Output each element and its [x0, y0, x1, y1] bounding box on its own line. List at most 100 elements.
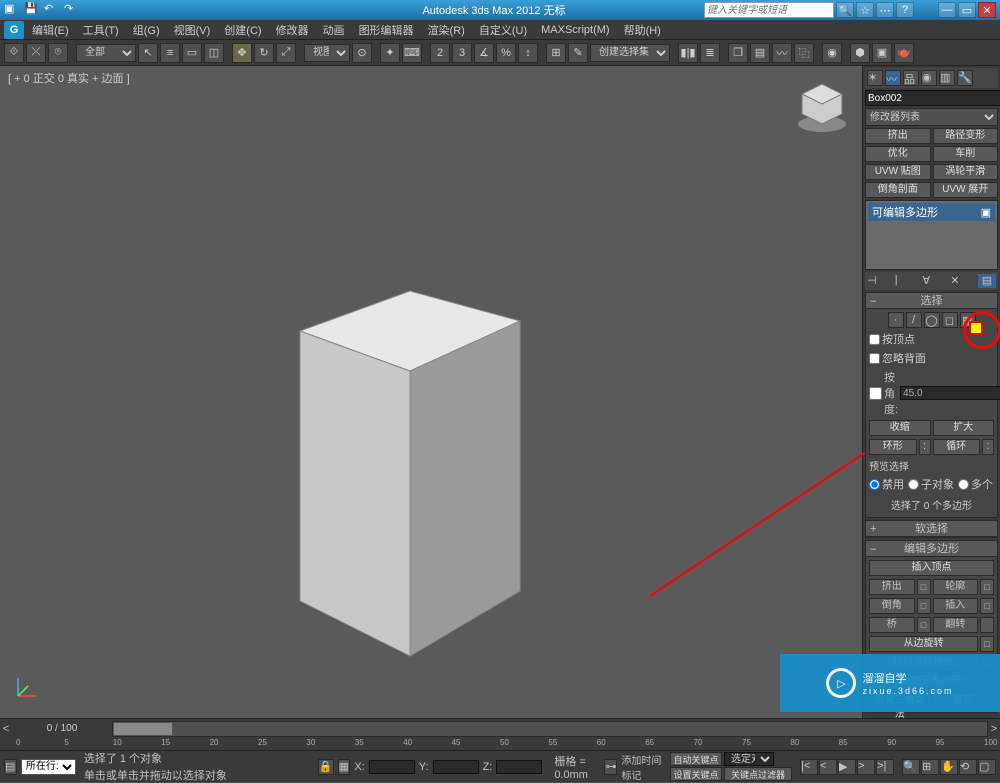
- flip-button[interactable]: 翻转: [933, 617, 979, 633]
- polygon-level-icon[interactable]: ◻: [942, 312, 958, 328]
- bridge-button[interactable]: 桥: [869, 617, 915, 633]
- outline-settings-icon[interactable]: □: [980, 579, 994, 595]
- key-filter-button[interactable]: 关键点过滤器: [724, 767, 792, 781]
- hierarchy-tab-icon[interactable]: 品: [903, 70, 919, 86]
- selection-filter-select[interactable]: 全部: [76, 44, 136, 62]
- bevel-button[interactable]: 倒角: [869, 598, 915, 614]
- named-selection-select[interactable]: 创建选择集: [590, 44, 670, 62]
- modify-tab-icon[interactable]: 〰: [885, 70, 901, 86]
- window-crossing-icon[interactable]: ◫: [204, 43, 224, 63]
- btn-path-deform[interactable]: 路径变形: [933, 128, 999, 144]
- bridge-settings-icon[interactable]: □: [917, 617, 931, 633]
- modifier-list-select[interactable]: 修改器列表: [865, 108, 998, 126]
- graphite-icon[interactable]: ▤: [750, 43, 770, 63]
- help-icon[interactable]: 🔍: [836, 2, 854, 18]
- menu-help[interactable]: 帮助(H): [618, 20, 667, 40]
- align-icon[interactable]: ≣: [700, 43, 720, 63]
- menu-animation[interactable]: 动画: [317, 20, 351, 40]
- minimize-button[interactable]: ―: [938, 2, 956, 18]
- menu-group[interactable]: 组(G): [127, 20, 166, 40]
- timeline-left-icon[interactable]: <: [0, 723, 12, 735]
- mirror-icon[interactable]: ▮|▮: [678, 43, 698, 63]
- comm-icon[interactable]: ☆: [856, 2, 874, 18]
- viewport-object-box[interactable]: [290, 261, 530, 661]
- btn-uvw-map[interactable]: UVW 贴图: [865, 164, 931, 180]
- by-vertex-checkbox[interactable]: [869, 334, 880, 345]
- inset-button[interactable]: 插入: [933, 598, 979, 614]
- unlink-icon[interactable]: ⤫: [26, 43, 46, 63]
- angle-spinner[interactable]: [900, 386, 1000, 400]
- rollout-title-edit-poly[interactable]: –编辑多边形: [866, 541, 997, 557]
- extrude-settings-icon[interactable]: □: [917, 579, 931, 595]
- set-key-button[interactable]: 设置关键点: [670, 767, 722, 781]
- viewcube-icon[interactable]: [792, 76, 852, 136]
- loop-button[interactable]: 循环: [933, 439, 981, 455]
- outline-button[interactable]: 轮廓: [933, 579, 979, 595]
- search-input[interactable]: [704, 2, 834, 18]
- menu-render[interactable]: 渲染(R): [422, 20, 471, 40]
- render-setup-icon[interactable]: ⬢: [850, 43, 870, 63]
- curve-editor-icon[interactable]: 〰: [772, 43, 792, 63]
- show-end-icon[interactable]: |: [895, 274, 909, 288]
- menu-create[interactable]: 创建(C): [218, 20, 267, 40]
- sel-lock-icon[interactable]: ⊞: [546, 43, 566, 63]
- border-level-icon[interactable]: ◯: [924, 312, 940, 328]
- timeline-right-icon[interactable]: >: [988, 723, 1000, 735]
- snap-2d-icon[interactable]: 2: [430, 43, 450, 63]
- select-icon[interactable]: ↖: [138, 43, 158, 63]
- stack-item-editable-poly[interactable]: 可编辑多边形▣: [868, 203, 995, 221]
- select-name-icon[interactable]: ≡: [160, 43, 180, 63]
- btn-optimize[interactable]: 优化: [865, 146, 931, 162]
- menu-edit[interactable]: 编辑(E): [26, 20, 75, 40]
- vertex-level-icon[interactable]: ·: [888, 312, 904, 328]
- menu-modifiers[interactable]: 修改器: [270, 20, 315, 40]
- redo-icon[interactable]: ↷: [64, 2, 80, 18]
- menu-customize[interactable]: 自定义(U): [473, 20, 533, 40]
- preview-multi-radio[interactable]: [958, 479, 969, 490]
- render-icon[interactable]: 🫖: [894, 43, 914, 63]
- product-logo-icon[interactable]: G: [4, 21, 24, 39]
- key-target-select[interactable]: 选定对象: [724, 752, 774, 766]
- rotate-icon[interactable]: ↻: [254, 43, 274, 63]
- modifier-stack[interactable]: 可编辑多边形▣: [865, 200, 998, 270]
- loop-spinner-icon[interactable]: :: [982, 439, 994, 455]
- make-unique-icon[interactable]: ∀: [923, 274, 937, 288]
- viewport[interactable]: [ + 0 正交 0 真实 + 边面 ]: [0, 66, 862, 718]
- snap-3d-icon[interactable]: 3: [452, 43, 472, 63]
- preview-subobj-radio[interactable]: [908, 479, 919, 490]
- time-ruler[interactable]: [112, 721, 988, 737]
- display-tab-icon[interactable]: ▥: [939, 70, 955, 86]
- manip-icon[interactable]: ✦: [380, 43, 400, 63]
- time-slider[interactable]: [113, 722, 173, 736]
- btn-unwrap-uvw[interactable]: UVW 展开: [933, 182, 999, 198]
- menu-view[interactable]: 视图(V): [168, 20, 217, 40]
- opt-icon[interactable]: ⋯: [876, 2, 894, 18]
- btn-bevel-profile[interactable]: 倒角剖面: [865, 182, 931, 198]
- motion-tab-icon[interactable]: ◉: [921, 70, 937, 86]
- angle-snap-icon[interactable]: ∡: [474, 43, 494, 63]
- ref-coord-select[interactable]: 视图: [304, 44, 350, 62]
- schematic-icon[interactable]: ⿻: [794, 43, 814, 63]
- edge-level-icon[interactable]: /: [906, 312, 922, 328]
- rollout-title-soft[interactable]: +软选择: [866, 521, 997, 537]
- select-region-rect-icon[interactable]: ▭: [182, 43, 202, 63]
- extrude-button[interactable]: 挤出: [869, 579, 915, 595]
- save-icon[interactable]: 💾: [24, 2, 40, 18]
- by-angle-checkbox[interactable]: [869, 387, 882, 400]
- btn-turbosmooth[interactable]: 涡轮平滑: [933, 164, 999, 180]
- layer-icon[interactable]: ❐: [728, 43, 748, 63]
- insert-vertex-button[interactable]: 插入顶点: [869, 560, 994, 576]
- hinge-settings-icon[interactable]: □: [980, 636, 994, 652]
- auto-key-button[interactable]: 自动关键点: [670, 752, 722, 766]
- btn-lathe[interactable]: 车削: [933, 146, 999, 162]
- percent-snap-icon[interactable]: %: [496, 43, 516, 63]
- create-tab-icon[interactable]: ✶: [867, 70, 883, 86]
- flip-settings-icon[interactable]: [980, 617, 994, 633]
- preview-disable-radio[interactable]: [869, 479, 880, 490]
- shrink-button[interactable]: 收缩: [869, 420, 931, 436]
- bevel-settings-icon[interactable]: □: [917, 598, 931, 614]
- remove-mod-icon[interactable]: ✕: [950, 274, 964, 288]
- btn-extrude[interactable]: 挤出: [865, 128, 931, 144]
- object-name-input[interactable]: [865, 90, 1000, 106]
- maximize-button[interactable]: ▭: [958, 2, 976, 18]
